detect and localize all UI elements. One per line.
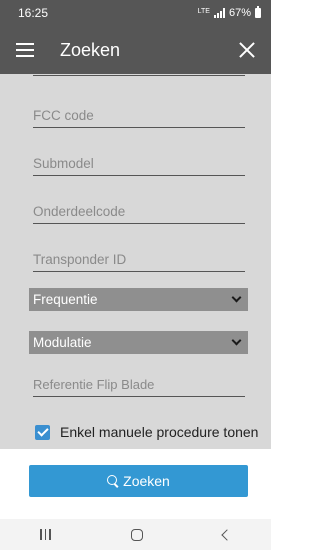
transponder-id-field[interactable]: Transponder ID: [33, 252, 245, 272]
status-indicators: LTE 67%: [197, 6, 261, 19]
search-icon: [107, 475, 119, 487]
android-nav-bar: [0, 519, 271, 550]
signal-icon: [213, 8, 225, 18]
fcc-code-placeholder: FCC code: [33, 108, 94, 123]
search-button-label: Zoeken: [123, 473, 170, 489]
submodel-placeholder: Submodel: [33, 156, 94, 171]
manual-procedure-label: Enkel manuele procedure tonen: [60, 424, 259, 440]
part-code-placeholder: Onderdeelcode: [33, 204, 126, 219]
frequency-select[interactable]: Frequentie: [29, 288, 248, 311]
network-type: LTE: [197, 7, 210, 15]
modulation-select[interactable]: Modulatie: [29, 331, 248, 354]
flip-blade-placeholder: Referentie Flip Blade: [33, 377, 155, 392]
page-title: Zoeken: [60, 39, 121, 60]
chevron-down-icon: [231, 292, 242, 303]
menu-icon[interactable]: [16, 43, 34, 57]
app-bar: Zoeken: [0, 26, 271, 74]
flip-blade-field[interactable]: Referentie Flip Blade: [33, 377, 245, 397]
transponder-id-placeholder: Transponder ID: [33, 252, 127, 267]
part-code-field[interactable]: Onderdeelcode: [33, 204, 245, 224]
manual-procedure-option[interactable]: Enkel manuele procedure tonen: [35, 424, 258, 440]
search-button[interactable]: Zoeken: [29, 465, 248, 497]
battery-icon: [255, 6, 261, 18]
modulation-select-value: Modulatie: [33, 335, 92, 350]
checkbox-checked-icon[interactable]: [35, 424, 50, 440]
frequency-select-value: Frequentie: [33, 292, 98, 307]
submodel-field[interactable]: Submodel: [33, 156, 245, 176]
status-bar: 16:25 LTE 67%: [0, 0, 271, 26]
partially-hidden-field[interactable]: [33, 74, 245, 76]
search-form: FCC code Submodel Onderdeelcode Transpon…: [0, 74, 271, 449]
status-time: 16:25: [18, 6, 49, 20]
recents-icon[interactable]: [40, 529, 51, 540]
home-icon[interactable]: [130, 528, 143, 541]
back-icon[interactable]: [221, 528, 233, 541]
close-icon[interactable]: [235, 38, 259, 62]
action-panel: Zoeken: [0, 449, 271, 519]
fcc-code-field[interactable]: FCC code: [33, 108, 245, 128]
battery-percentage: 67%: [228, 7, 251, 19]
chevron-down-icon: [231, 335, 242, 346]
